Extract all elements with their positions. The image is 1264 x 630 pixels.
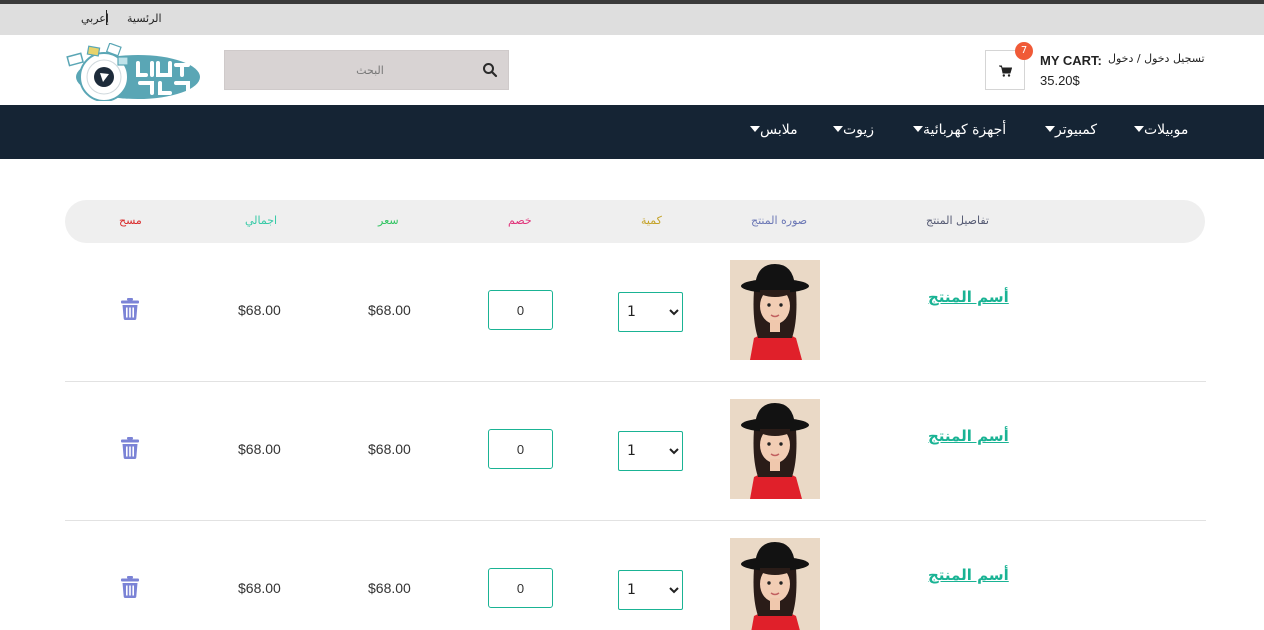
site-logo[interactable] <box>66 42 208 102</box>
price-value: $68.00 <box>368 580 411 596</box>
cart-label: MY CART: <box>1040 53 1102 68</box>
product-name-link[interactable]: أسم المنتج <box>928 566 1009 584</box>
product-image <box>730 538 820 630</box>
quantity-select[interactable]: 1 <box>618 570 683 610</box>
nav-item-computers[interactable]: كمبيوتر <box>1042 122 1097 138</box>
product-name-link[interactable]: أسم المنتج <box>928 427 1009 445</box>
nav-item-clothes[interactable]: ملابس <box>747 122 798 138</box>
home-link[interactable]: الرئسية <box>127 12 162 25</box>
cart-count-badge: 7 <box>1015 42 1033 60</box>
nav-item-electronics[interactable]: أجهزة كهربائية <box>910 122 1006 138</box>
price-value: $68.00 <box>368 302 411 318</box>
total-value: $68.00 <box>238 441 281 457</box>
caret-down-icon <box>833 126 843 132</box>
product-name-link[interactable]: أسم المنتج <box>928 288 1009 306</box>
search-icon[interactable] <box>482 62 498 78</box>
cart-table-header: تفاصيل المنتج صوره المنتج كمية خصم سعر ا… <box>65 200 1205 243</box>
header-quantity: كمية <box>641 214 662 227</box>
cart-icon <box>999 65 1012 77</box>
caret-down-icon <box>1134 126 1144 132</box>
caret-down-icon <box>750 126 760 132</box>
table-row: أسم المنتج 1 $68.00 $68.00 <box>65 382 1206 521</box>
nav-item-label: موبيلات <box>1144 122 1189 138</box>
caret-down-icon <box>913 126 923 132</box>
nav-item-label: ملابس <box>760 122 798 138</box>
top-bar: إعربي الرئسية <box>0 4 1264 35</box>
nav-item-label: أجهزة كهربائية <box>923 122 1007 138</box>
login-links[interactable]: تسجيل دخول / دخول <box>1108 52 1205 65</box>
trash-icon[interactable] <box>121 298 139 320</box>
topbar-divider <box>106 10 107 25</box>
header-product-details: تفاصيل المنتج <box>926 214 989 227</box>
trash-icon[interactable] <box>121 437 139 459</box>
search-input[interactable] <box>225 51 475 89</box>
main-nav: ملابس زيوت أجهزة كهربائية كمبيوتر موبيلا… <box>0 105 1264 159</box>
nav-item-label: زيوت <box>843 122 875 138</box>
cart-total: 35.20$ <box>1040 73 1080 88</box>
discount-input[interactable] <box>488 290 553 330</box>
total-value: $68.00 <box>238 302 281 318</box>
product-image <box>730 260 820 360</box>
product-image <box>730 399 820 499</box>
header: 7 تسجيل دخول / دخول MY CART: 35.20$ <box>0 35 1264 105</box>
table-row: أسم المنتج 1 $68.00 $68.00 <box>65 243 1206 382</box>
nav-item-label: كمبيوتر <box>1055 122 1098 138</box>
total-value: $68.00 <box>238 580 281 596</box>
header-price: سعر <box>378 214 399 227</box>
trash-icon[interactable] <box>121 576 139 598</box>
header-product-image: صوره المنتج <box>751 214 808 227</box>
discount-input[interactable] <box>488 429 553 469</box>
price-value: $68.00 <box>368 441 411 457</box>
search-bar <box>224 50 509 90</box>
nav-item-mobiles[interactable]: موبيلات <box>1131 122 1188 138</box>
header-discount: خصم <box>508 214 532 227</box>
header-total: اجمالي <box>245 214 278 227</box>
nav-item-oils[interactable]: زيوت <box>830 122 874 138</box>
caret-down-icon <box>1045 126 1055 132</box>
discount-input[interactable] <box>488 568 553 608</box>
quantity-select[interactable]: 1 <box>618 431 683 471</box>
table-row: أسم المنتج 1 $68.00 $68.00 <box>65 521 1206 630</box>
header-delete: مسح <box>119 214 142 227</box>
quantity-select[interactable]: 1 <box>618 292 683 332</box>
language-link[interactable]: إعربي <box>81 12 109 25</box>
